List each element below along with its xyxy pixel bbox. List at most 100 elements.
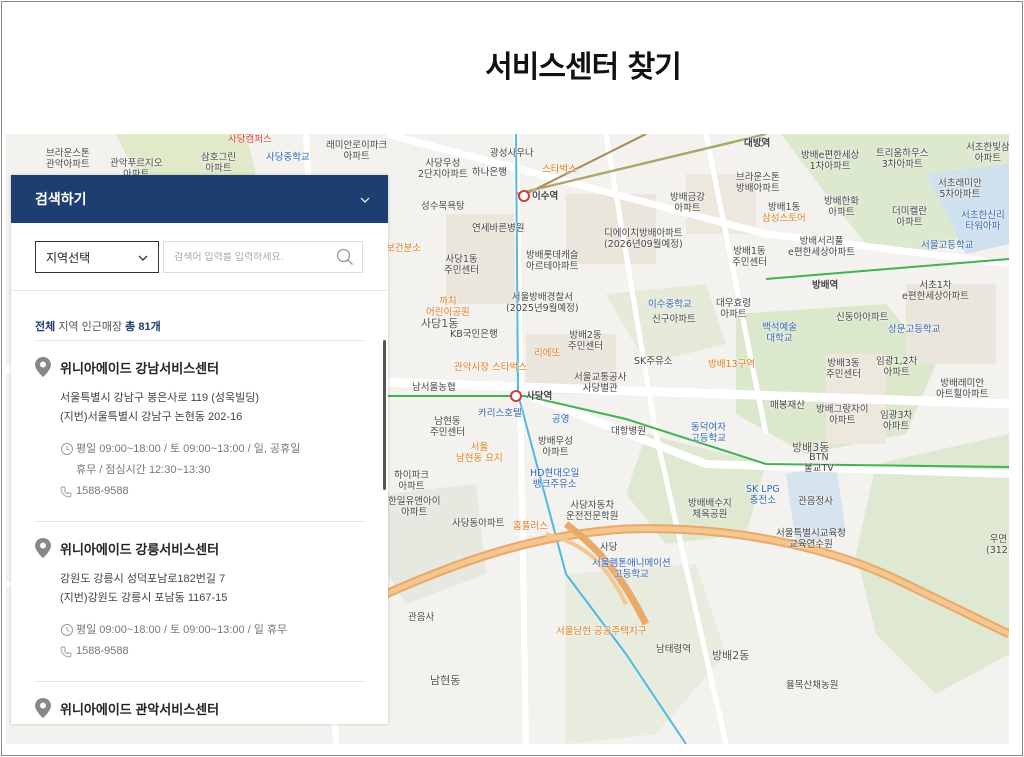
store-list: 위니아에이드 강남서비스센터 서울특별시 강남구 봉은사로 119 (성욱빌딩)… (35, 340, 365, 718)
store-hours-line: 평일 09:00~18:00 / 토 09:00~13:00 / 일, 공휴일 (76, 443, 301, 455)
map-label: 신구아파트 (652, 314, 696, 325)
store-phone-number: 1588-9588 (76, 645, 129, 657)
map-label: 브라운스톤 관악아파트 (46, 148, 90, 170)
map-label: 서울방배경찰서 (2025년9월예정) (506, 292, 579, 314)
map-label: 남현동 주민센터 (430, 416, 465, 438)
chevron-down-icon[interactable] (360, 193, 370, 206)
map-label: HD현대오일 뱅크주유소 (530, 468, 580, 490)
map-label: 우면 (312. (986, 534, 1009, 556)
map-label: 상문고등학교 (888, 324, 941, 335)
map-label: 서울 남현동 요지 (456, 442, 503, 464)
search-row: 지역선택 (35, 241, 365, 273)
map-label: 보건분소 (386, 243, 421, 254)
map-label: 서울교통공사 사당별관 (574, 372, 627, 394)
map-label: 관악시장 스타벅스 (454, 362, 527, 373)
result-summary: 전체 지역 인근매장 총 81개 (35, 318, 161, 334)
map-label: 방배2동 (712, 649, 750, 662)
map-label: 서울특별시교육청 교육연수원 (776, 528, 846, 550)
map-pin-icon (35, 698, 51, 718)
map-label: 하이파크 아파트 (394, 470, 429, 492)
map-pin-icon (35, 357, 51, 377)
map-label: 남태령역 (656, 644, 691, 655)
divider (11, 290, 388, 291)
store-item[interactable]: 위니아에이드 관악서비스센터 (35, 681, 365, 718)
phone-icon (60, 486, 72, 497)
map-label: 서초래미안 5차아파트 (938, 178, 982, 200)
map-label: 서초1차 e편한세상아파트 (902, 280, 970, 302)
map-label: 서초한빛삼 아파트 (966, 142, 1009, 164)
map-label: 방배한화 아파트 (824, 196, 859, 218)
map-label: 남서울농협 (412, 382, 456, 393)
search-input[interactable] (174, 251, 324, 263)
map-label: BTN 불교TV (804, 452, 834, 474)
map-label: 사당동아파트 (452, 518, 505, 529)
map-label: 사당캠퍼스 (228, 134, 272, 145)
map-label: 홈플러스 (513, 521, 548, 532)
map-label: 트리움하우스 3차아파트 (876, 148, 929, 170)
region-select[interactable]: 지역선택 (35, 241, 159, 273)
map-pin-icon (35, 538, 51, 558)
map-label: 래미안로이파크 아파트 (326, 140, 388, 162)
map-label: 카리스호텔 (478, 408, 522, 419)
map-label: 삼호그린 아파트 (201, 152, 236, 174)
map-label: 리에또 (534, 348, 561, 359)
map-label: 대방역 (744, 138, 771, 149)
store-name-row: 위니아에이드 관악서비스센터 (35, 698, 365, 718)
store-name-row: 위니아에이드 강릉서비스센터 (35, 538, 365, 558)
map-label: 사당1동 주민센터 (444, 254, 479, 276)
search-panel-header[interactable]: 검색하기 (11, 175, 388, 223)
map-label: 방배배수지 체육공원 (688, 498, 732, 520)
store-item[interactable]: 위니아에이드 강릉서비스센터 강원도 강릉시 성덕포남로182번길 7 (지번)… (35, 521, 365, 681)
map-label: 서울고등학교 (921, 240, 974, 251)
map-label: 매봉재산 (770, 400, 805, 411)
map-label: 사당 (600, 542, 618, 553)
clock-icon (61, 624, 73, 636)
store-name: 위니아에이드 강남서비스센터 (60, 360, 220, 376)
scrollbar[interactable] (383, 340, 386, 490)
map-label: SK LPG 충전소 (746, 484, 780, 506)
map-label: 방배서리풀 e편한세상아파트 (788, 236, 856, 258)
map-label: 사당역 (526, 391, 553, 402)
map-label: 연세바른병원 (472, 223, 525, 234)
map-label: 방배역 (812, 280, 839, 291)
store-hours-line: 평일 09:00~18:00 / 토 09:00~13:00 / 일 휴무 (76, 624, 288, 636)
map-label: 서울렘톤애니메이션 고등학교 (592, 558, 671, 580)
map-label: 서울남현 공공주택지구 (556, 626, 647, 637)
search-icon[interactable] (336, 248, 354, 270)
summary-prefix: 전체 (35, 321, 56, 333)
map-label: 삼성스토어 (762, 213, 806, 224)
map-label: 신동아아파트 (836, 312, 889, 323)
map-label: 동덕여자 고등학교 (691, 422, 726, 444)
summary-total: 총 81개 (125, 321, 161, 333)
store-item[interactable]: 위니아에이드 강남서비스센터 서울특별시 강남구 봉은사로 119 (성욱빌딩)… (35, 340, 365, 521)
store-name: 위니아에이드 강릉서비스센터 (60, 541, 220, 557)
store-address: 강원도 강릉시 성덕포남로182번길 7 (지번)강원도 강릉시 포남동 116… (60, 570, 365, 608)
map-label: 한일유앤아이 아파트 (388, 496, 441, 518)
search-box (163, 241, 363, 273)
map-label: 더미켈란 아파트 (892, 206, 927, 228)
map-label: 방배래미안 아트힐아파트 (936, 378, 989, 400)
map-label: 이수중학교 (648, 299, 692, 310)
store-phone: 1588-9588 (60, 481, 365, 502)
store-hours: 평일 09:00~18:00 / 토 09:00~13:00 / 일, 공휴일 … (60, 439, 365, 481)
store-hours: 평일 09:00~18:00 / 토 09:00~13:00 / 일 휴무 (60, 620, 365, 641)
map-label: 광성사우나 (490, 148, 534, 159)
map-label: 방배2동 주민센터 (568, 330, 603, 352)
map-label: 방배우성 아파트 (538, 436, 573, 458)
map-label: 사당중학교 (266, 152, 310, 163)
map-label: 사당우성 2단지아파트 (418, 158, 468, 180)
map-label: 방배롯데캐슬 아르테아파트 (526, 250, 579, 272)
map-label: 관음사 (408, 612, 435, 623)
chevron-down-icon (138, 250, 148, 264)
phone-icon (60, 646, 72, 657)
store-road-address: 강원도 강릉시 성덕포남로182번길 7 (60, 573, 226, 585)
search-panel-title: 검색하기 (35, 191, 87, 207)
map-label: 하나은행 (472, 167, 507, 178)
clock-icon (61, 443, 73, 455)
map-label: 성수목욕탕 (421, 201, 465, 212)
region-select-value: 지역선택 (46, 250, 91, 265)
map-label: 임광3차 아파트 (880, 410, 913, 432)
map-label: KB국민은행 (450, 329, 498, 340)
map-label: 방배e편한세상 1차아파트 (801, 150, 860, 172)
map-label: 대항병원 (611, 426, 646, 437)
